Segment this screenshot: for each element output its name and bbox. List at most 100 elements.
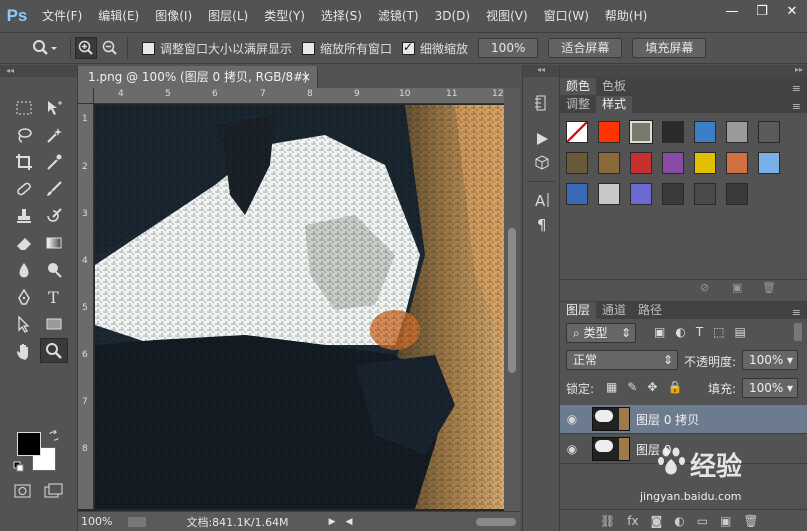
paragraph-panel-button[interactable]: ¶ bbox=[525, 212, 559, 236]
ruler-horizontal[interactable]: 4 5 6 7 8 9 10 11 12 bbox=[94, 88, 504, 104]
pen-tool[interactable] bbox=[10, 284, 38, 309]
style-swatch[interactable] bbox=[694, 121, 726, 152]
clone-stamp-tool[interactable] bbox=[10, 203, 38, 228]
dock-collapse[interactable]: ◂◂ bbox=[523, 65, 559, 77]
magic-wand-tool[interactable] bbox=[40, 122, 68, 147]
style-swatch[interactable] bbox=[598, 152, 630, 183]
delete-layer-icon[interactable]: 🗑 bbox=[743, 514, 758, 528]
zoom-100-button[interactable]: 100% bbox=[478, 38, 539, 58]
style-swatch[interactable] bbox=[694, 183, 726, 214]
menu-layer[interactable]: 图层(L) bbox=[200, 0, 256, 32]
menu-window[interactable]: 窗口(W) bbox=[536, 0, 597, 32]
style-swatch[interactable] bbox=[630, 152, 662, 183]
menu-3d[interactable]: 3D(D) bbox=[427, 0, 478, 32]
lock-all-icon[interactable]: 🔒 bbox=[667, 380, 682, 394]
blend-mode-select[interactable]: 正常 ⇕ bbox=[566, 350, 678, 370]
vertical-scrollbar[interactable] bbox=[504, 88, 520, 511]
scrubby-zoom-checkbox[interactable]: 细微缩放 bbox=[402, 40, 468, 57]
lasso-tool[interactable] bbox=[10, 122, 38, 147]
panels-collapse[interactable]: ▸▸ bbox=[560, 65, 807, 77]
status-menu-arrow-icon[interactable]: ▶ bbox=[329, 517, 336, 527]
tool-preset-picker[interactable] bbox=[22, 35, 66, 61]
style-swatch[interactable] bbox=[694, 152, 726, 183]
new-layer-icon[interactable]: ▣ bbox=[720, 514, 731, 528]
lock-position-icon[interactable]: ✥ bbox=[647, 380, 657, 394]
fit-screen-button[interactable]: 适合屏幕 bbox=[548, 38, 623, 58]
rectangle-tool[interactable] bbox=[40, 311, 68, 336]
adjustment-layer-icon[interactable]: ◐ bbox=[674, 514, 684, 528]
scrollbar-thumb[interactable] bbox=[508, 228, 516, 373]
style-swatch[interactable] bbox=[662, 121, 694, 152]
fill-input[interactable]: 100% ▾ bbox=[742, 378, 798, 398]
style-swatch[interactable] bbox=[630, 121, 662, 152]
zoom-in-button[interactable] bbox=[75, 37, 97, 59]
style-swatch[interactable] bbox=[662, 183, 694, 214]
tab-layers[interactable]: 图层 bbox=[560, 302, 597, 319]
style-swatch[interactable] bbox=[662, 152, 694, 183]
ruler-origin[interactable] bbox=[78, 88, 94, 104]
panel-menu-icon[interactable]: ≡ bbox=[792, 306, 801, 319]
tab-channels[interactable]: 通道 bbox=[596, 302, 632, 319]
style-swatch[interactable] bbox=[598, 121, 630, 152]
character-panel-button[interactable]: A bbox=[525, 188, 559, 212]
visibility-eye-icon[interactable]: ◉ bbox=[560, 442, 584, 456]
style-swatch[interactable] bbox=[598, 183, 630, 214]
style-swatch[interactable] bbox=[566, 152, 598, 183]
hand-tool[interactable] bbox=[10, 338, 38, 363]
scroll-left-icon[interactable]: ◀ bbox=[345, 517, 352, 527]
image-canvas[interactable] bbox=[95, 105, 504, 509]
marquee-tool[interactable] bbox=[10, 95, 38, 120]
style-swatch[interactable] bbox=[726, 152, 758, 183]
style-swatch[interactable] bbox=[758, 121, 790, 152]
style-swatch[interactable] bbox=[726, 121, 758, 152]
fill-screen-button[interactable]: 填充屏幕 bbox=[632, 38, 707, 58]
style-swatch[interactable] bbox=[566, 183, 598, 214]
chevron-down-icon[interactable]: ▾ bbox=[787, 351, 793, 369]
menu-edit[interactable]: 编辑(E) bbox=[90, 0, 147, 32]
style-swatch[interactable] bbox=[566, 121, 598, 152]
foreground-color-swatch[interactable] bbox=[17, 432, 41, 456]
tab-color[interactable]: 颜色 bbox=[560, 78, 597, 95]
menu-filter[interactable]: 滤镜(T) bbox=[370, 0, 427, 32]
brush-tool[interactable] bbox=[40, 176, 68, 201]
properties-panel-button[interactable] bbox=[525, 151, 559, 175]
menu-select[interactable]: 选择(S) bbox=[313, 0, 370, 32]
close-document-icon[interactable]: × bbox=[301, 66, 311, 88]
checkbox-box[interactable] bbox=[142, 41, 155, 55]
layer-name[interactable]: 图层 0 拷贝 bbox=[636, 411, 699, 428]
restore-button[interactable]: ❐ bbox=[747, 0, 777, 22]
zoom-level[interactable]: 100% bbox=[81, 515, 112, 528]
path-selection-tool[interactable] bbox=[10, 311, 38, 336]
eyedropper-tool[interactable] bbox=[40, 149, 68, 174]
toolbox-collapse[interactable]: ◂◂ bbox=[0, 65, 77, 77]
actions-panel-button[interactable] bbox=[525, 127, 559, 151]
filter-toggle[interactable] bbox=[794, 323, 802, 341]
horizontal-scroll-thumb[interactable] bbox=[476, 518, 516, 526]
style-swatch[interactable] bbox=[758, 152, 790, 183]
document-tab[interactable]: 1.png @ 100% (图层 0 拷贝, RGB/8#) * × bbox=[78, 66, 318, 106]
blur-tool[interactable] bbox=[10, 257, 38, 282]
smart-object-filter-icon[interactable]: ▤ bbox=[735, 325, 746, 339]
tab-swatches[interactable]: 色板 bbox=[596, 78, 632, 95]
delete-style-icon[interactable]: 🗑 bbox=[762, 281, 776, 294]
zoom-tool[interactable] bbox=[40, 338, 68, 363]
swap-colors-icon[interactable] bbox=[48, 430, 60, 442]
menu-file[interactable]: 文件(F) bbox=[34, 0, 90, 32]
layer-filter-select[interactable]: ⌕ 类型 ⇕ bbox=[566, 323, 636, 343]
new-style-icon[interactable]: ▣ bbox=[732, 281, 742, 294]
quick-mask-icon[interactable] bbox=[14, 483, 32, 499]
panel-menu-icon[interactable]: ≡ bbox=[792, 82, 801, 95]
history-brush-tool[interactable] bbox=[40, 203, 68, 228]
healing-brush-tool[interactable] bbox=[10, 176, 38, 201]
clear-style-icon[interactable]: ⊘ bbox=[700, 281, 709, 294]
move-tool[interactable] bbox=[40, 95, 68, 120]
menu-help[interactable]: 帮助(H) bbox=[597, 0, 655, 32]
zoom-all-windows-checkbox[interactable]: 缩放所有窗口 bbox=[302, 40, 392, 57]
type-filter-icon[interactable]: T bbox=[696, 325, 703, 339]
ruler-vertical[interactable]: 1 2 3 4 5 6 7 8 bbox=[78, 104, 94, 509]
layer-row[interactable]: ◉ 图层 0 拷贝 bbox=[560, 405, 807, 434]
layer-mask-icon[interactable]: ◙ bbox=[651, 514, 663, 528]
checkbox-box[interactable] bbox=[402, 40, 416, 55]
gradient-tool[interactable] bbox=[40, 230, 68, 255]
link-layers-icon[interactable]: ⛓ bbox=[600, 514, 615, 528]
